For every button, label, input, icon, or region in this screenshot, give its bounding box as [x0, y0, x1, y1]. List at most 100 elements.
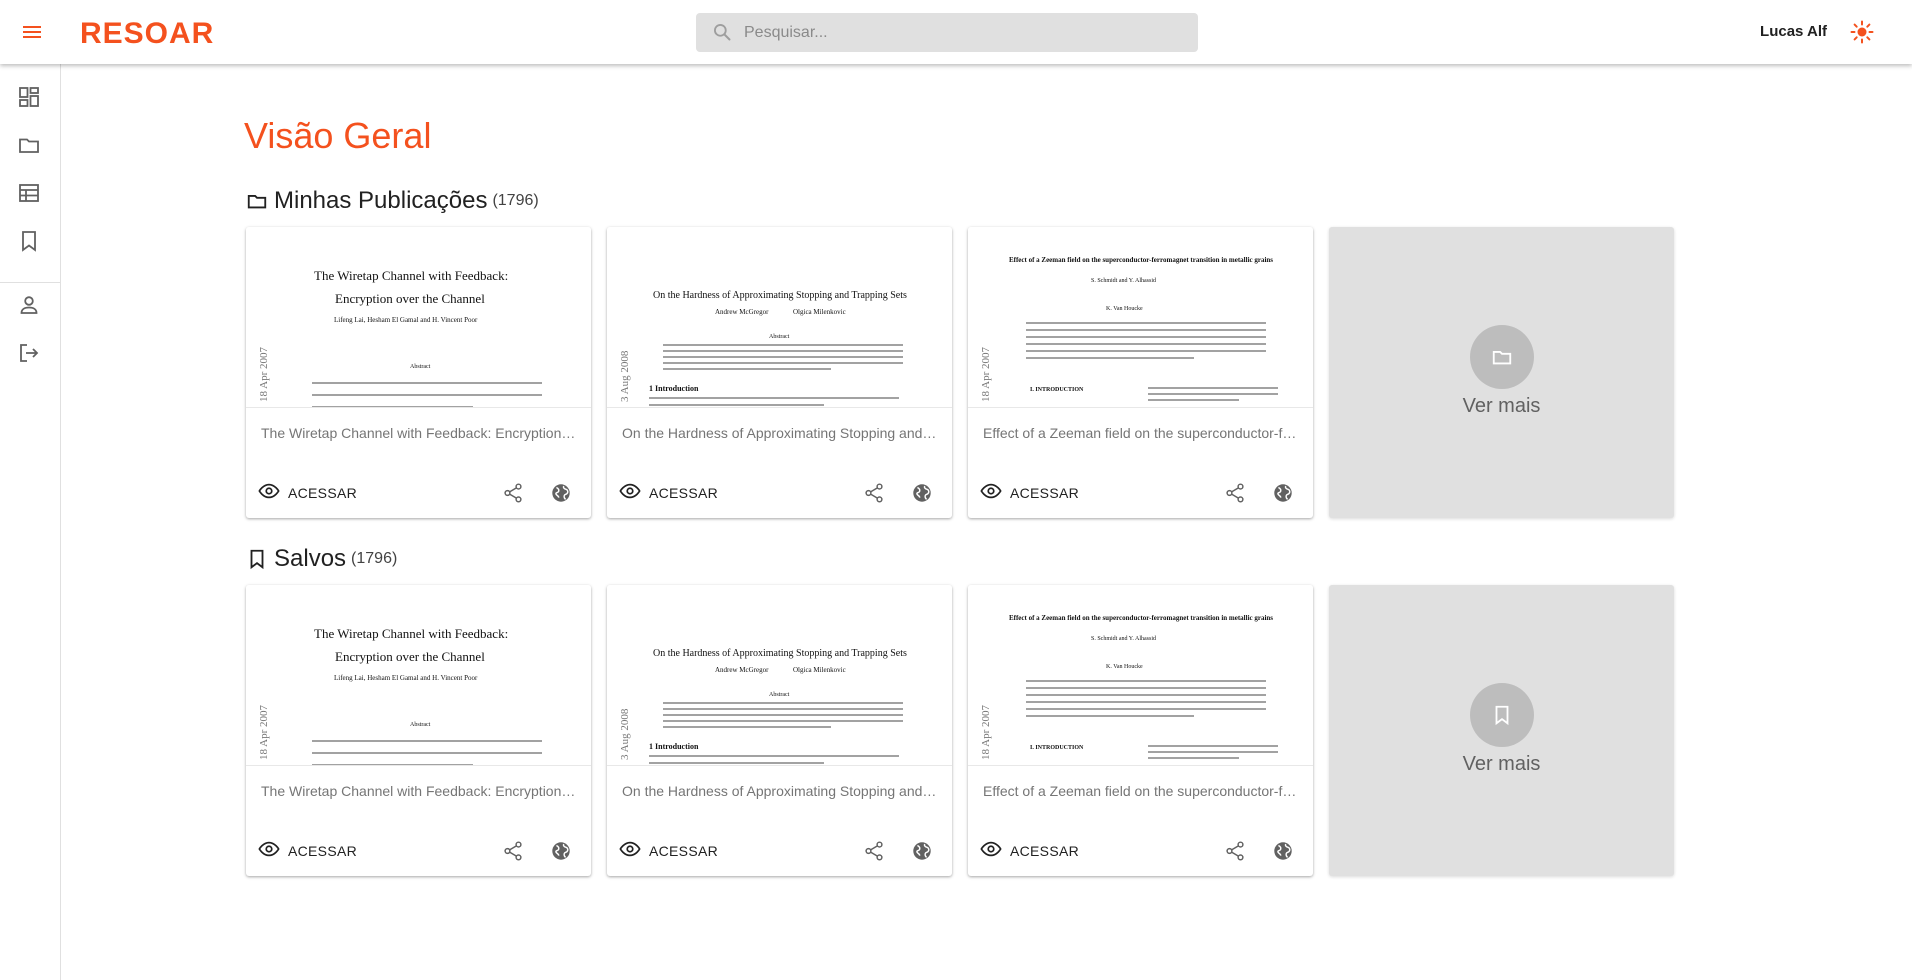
text-line — [663, 368, 831, 370]
eye-icon — [258, 480, 280, 507]
thumbnail-text: Andrew McGregor — [715, 308, 769, 316]
text-line — [1026, 343, 1266, 345]
paper-thumbnail[interactable]: On the Hardness of Approximating Stoppin… — [607, 585, 952, 766]
text-line — [1026, 350, 1266, 352]
globe-icon[interactable] — [911, 482, 933, 504]
eye-icon — [980, 838, 1002, 865]
sun-icon[interactable] — [1850, 20, 1874, 44]
eye-icon — [980, 480, 1002, 507]
text-line — [663, 714, 903, 716]
publication-card[interactable]: The Wiretap Channel with Feedback: Encryp… — [246, 227, 591, 518]
text-line — [649, 397, 899, 399]
thumbnail-text: Abstract — [769, 334, 790, 340]
search-box[interactable] — [696, 13, 1198, 52]
thumbnail-text: Effect of a Zeeman field on the supercon… — [1008, 614, 1274, 622]
globe-icon[interactable] — [550, 482, 572, 504]
access-button[interactable]: ACESSAR — [258, 839, 357, 863]
sidebar — [0, 64, 61, 980]
card-title[interactable]: The Wiretap Channel with Feedback: Encry… — [261, 783, 579, 799]
thumbnail-text: Olgica Milenkovic — [793, 666, 846, 674]
arxiv-stamp: 18 Apr 2007 — [980, 705, 992, 760]
text-line — [663, 356, 903, 358]
access-button[interactable]: ACESSAR — [980, 839, 1079, 863]
access-button[interactable]: ACESSAR — [980, 481, 1079, 505]
folder-icon[interactable] — [17, 133, 41, 157]
thumbnail-text: I. INTRODUCTION — [1030, 387, 1084, 393]
text-line — [663, 344, 903, 346]
section-count: (1796) — [492, 192, 539, 209]
text-line — [1026, 687, 1266, 689]
share-icon[interactable] — [502, 840, 524, 862]
bookmark-icon — [246, 548, 268, 570]
text-line — [1026, 329, 1266, 331]
user-name[interactable]: Lucas Alf — [1760, 23, 1827, 40]
thumbnail-text: S. Schmidt and Y. Alhassid — [1091, 278, 1157, 284]
paper-thumbnail[interactable]: The Wiretap Channel with Feedback: Encryp… — [246, 227, 591, 408]
globe-icon[interactable] — [550, 840, 572, 862]
access-label: ACESSAR — [1010, 485, 1080, 501]
access-label: ACESSAR — [649, 843, 719, 859]
person-icon[interactable] — [17, 293, 41, 317]
globe-icon[interactable] — [1272, 840, 1294, 862]
text-line — [1026, 336, 1266, 338]
arxiv-stamp: 18 Apr 2007 — [980, 347, 992, 402]
arxiv-stamp: 3 Aug 2008 — [619, 708, 631, 760]
card-title[interactable]: On the Hardness of Approximating Stoppin… — [622, 783, 940, 799]
thumbnail-text: 1 Introduction — [649, 742, 699, 751]
card-title[interactable]: The Wiretap Channel with Feedback: Encry… — [261, 425, 579, 441]
section-header-publications[interactable]: Minhas Publicações (1796) — [246, 186, 539, 216]
table-icon[interactable] — [17, 181, 41, 205]
thumbnail-text: Lifeng Lai, Hesham El Gamal and H. Vince… — [334, 316, 478, 324]
text-line — [649, 762, 824, 764]
paper-thumbnail[interactable]: On the Hardness of Approximating Stoppin… — [607, 227, 952, 408]
see-more-label: Ver mais — [1462, 753, 1541, 775]
section-header-saved[interactable]: Salvos (1796) — [246, 544, 397, 574]
eye-icon — [619, 838, 641, 865]
paper-thumbnail[interactable]: Effect of a Zeeman field on the supercon… — [968, 585, 1313, 766]
text-line — [312, 752, 542, 754]
arxiv-stamp: 18 Apr 2007 — [258, 705, 270, 760]
menu-icon[interactable] — [20, 20, 44, 44]
thumbnail-text: On the Hardness of Approximating Stoppin… — [653, 648, 907, 659]
search-input[interactable] — [744, 13, 1184, 52]
text-line — [312, 394, 542, 396]
bookmark-icon[interactable] — [17, 229, 41, 253]
publication-card[interactable]: On the Hardness of Approximating Stoppin… — [607, 585, 952, 876]
access-button[interactable]: ACESSAR — [619, 839, 718, 863]
eye-icon — [619, 480, 641, 507]
publication-card[interactable]: Effect of a Zeeman field on the supercon… — [968, 227, 1313, 518]
share-icon[interactable] — [1224, 482, 1246, 504]
app-logo[interactable]: RESOAR — [80, 17, 214, 51]
access-label: ACESSAR — [288, 843, 358, 859]
card-title[interactable]: On the Hardness of Approximating Stoppin… — [622, 425, 940, 441]
dashboard-icon[interactable] — [17, 85, 41, 109]
paper-thumbnail[interactable]: Effect of a Zeeman field on the supercon… — [968, 227, 1313, 408]
paper-thumbnail[interactable]: The Wiretap Channel with Feedback: Encryp… — [246, 585, 591, 766]
publication-card[interactable]: On the Hardness of Approximating Stoppin… — [607, 227, 952, 518]
text-line — [649, 404, 824, 406]
access-label: ACESSAR — [649, 485, 719, 501]
see-more-card[interactable]: Ver mais — [1329, 227, 1674, 518]
access-button[interactable]: ACESSAR — [619, 481, 718, 505]
see-more-card[interactable]: Ver mais — [1329, 585, 1674, 876]
globe-icon[interactable] — [911, 840, 933, 862]
logout-icon[interactable] — [17, 341, 41, 365]
publication-card[interactable]: Effect of a Zeeman field on the supercon… — [968, 585, 1313, 876]
publication-card[interactable]: The Wiretap Channel with Feedback: Encryp… — [246, 585, 591, 876]
text-line — [1026, 694, 1266, 696]
card-title[interactable]: Effect of a Zeeman field on the supercon… — [983, 783, 1301, 799]
access-button[interactable]: ACESSAR — [258, 481, 357, 505]
text-line — [1026, 715, 1194, 717]
share-icon[interactable] — [502, 482, 524, 504]
thumbnail-text: On the Hardness of Approximating Stoppin… — [653, 290, 907, 301]
share-icon[interactable] — [863, 840, 885, 862]
text-line — [1026, 708, 1266, 710]
share-icon[interactable] — [863, 482, 885, 504]
share-icon[interactable] — [1224, 840, 1246, 862]
text-line — [312, 406, 473, 407]
globe-icon[interactable] — [1272, 482, 1294, 504]
thumbnail-text: Olgica Milenkovic — [793, 308, 846, 316]
arxiv-stamp: 18 Apr 2007 — [258, 347, 270, 402]
card-title[interactable]: Effect of a Zeeman field on the supercon… — [983, 425, 1301, 441]
text-line — [649, 755, 899, 757]
